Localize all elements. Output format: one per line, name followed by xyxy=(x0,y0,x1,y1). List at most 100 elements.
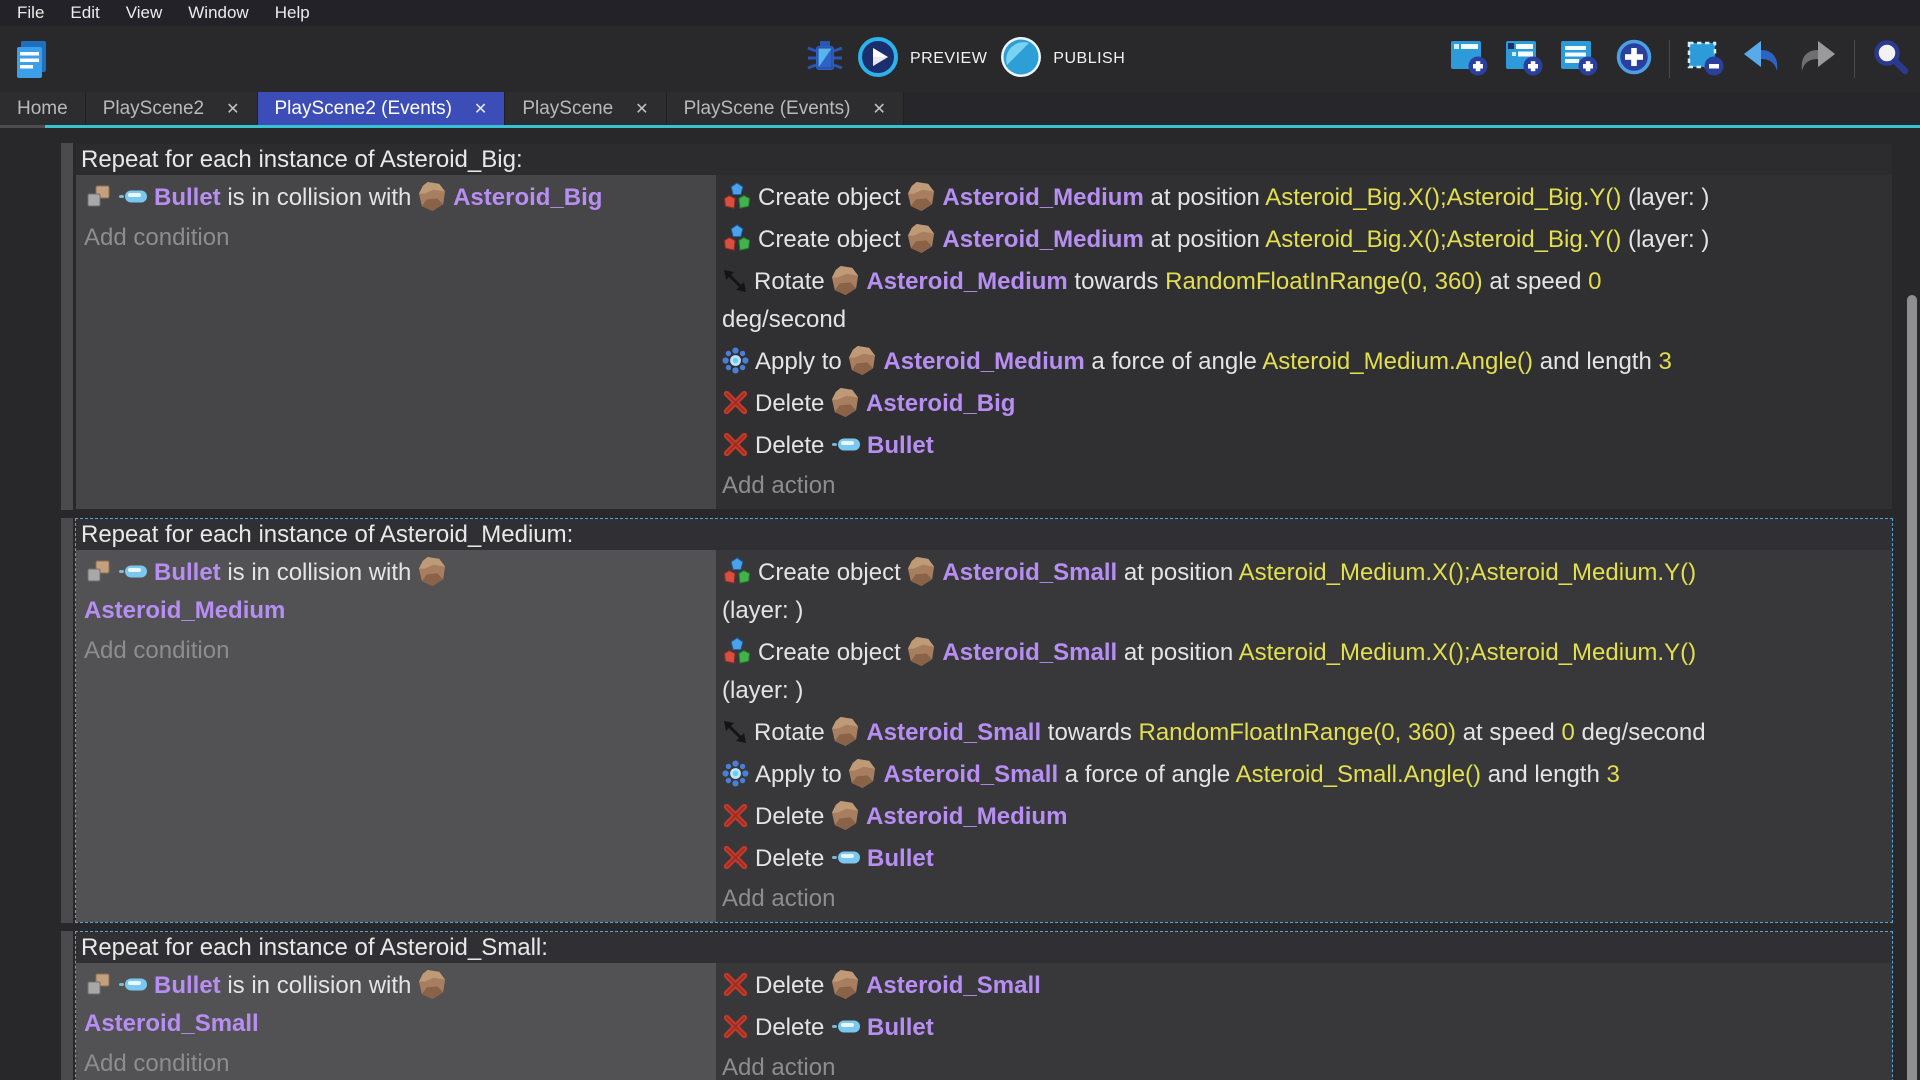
rotate-icon xyxy=(722,719,748,745)
condition-row[interactable]: Bullet is in collision with Asteroid_Med… xyxy=(84,552,708,632)
instruction-text: Rotate xyxy=(754,268,831,295)
add-condition-button[interactable]: Add condition xyxy=(84,1045,708,1080)
delete-icon xyxy=(722,802,749,829)
event-header[interactable]: Repeat for each instance of Asteroid_Sma… xyxy=(76,932,1892,963)
delete-selection-button[interactable] xyxy=(1685,37,1725,82)
close-icon[interactable]: ✕ xyxy=(872,99,885,119)
event-drag-handle[interactable] xyxy=(61,931,73,1080)
events-sheet: Repeat for each instance of Asteroid_Big… xyxy=(0,131,1920,1080)
asteroid-icon xyxy=(848,345,877,376)
expression: 0 xyxy=(1588,268,1601,295)
event-header[interactable]: Repeat for each instance of Asteroid_Big… xyxy=(76,144,1892,175)
collision-icon xyxy=(84,972,112,997)
action-row[interactable]: Create object Asteroid_Small at position… xyxy=(722,552,1884,632)
action-row[interactable]: Delete Asteroid_Medium xyxy=(722,796,1884,838)
instruction-text: is in collision with xyxy=(221,559,418,586)
asteroid-icon xyxy=(831,800,860,831)
asteroid-icon xyxy=(418,969,447,1000)
object-name: Asteroid_Small xyxy=(942,559,1117,586)
object-name: Asteroid_Medium xyxy=(866,268,1067,295)
instruction-text: is in collision with xyxy=(221,972,418,999)
object-name: Asteroid_Medium xyxy=(942,226,1143,253)
action-row[interactable]: Delete Bullet xyxy=(722,838,1884,880)
instruction-text: Create object xyxy=(758,184,907,211)
create-icon xyxy=(722,636,752,667)
event-content: Repeat for each instance of Asteroid_Med… xyxy=(75,518,1893,923)
event-header[interactable]: Repeat for each instance of Asteroid_Med… xyxy=(76,519,1892,550)
action-row[interactable]: Create object Asteroid_Medium at positio… xyxy=(722,219,1884,261)
debug-button[interactable] xyxy=(806,37,844,82)
action-row[interactable]: Delete Bullet xyxy=(722,1007,1884,1049)
instruction-text: a force of angle xyxy=(1058,761,1235,788)
tab-playscene2-events-[interactable]: PlayScene2 (Events)✕ xyxy=(258,92,506,125)
add-event-button[interactable] xyxy=(1449,37,1489,82)
preview-label: PREVIEW xyxy=(910,50,987,68)
add-action-button[interactable]: Add action xyxy=(722,880,1884,918)
object-name: Asteroid_Medium xyxy=(866,803,1067,830)
action-row[interactable]: Create object Asteroid_Small at position… xyxy=(722,632,1884,712)
close-icon[interactable]: ✕ xyxy=(635,99,648,119)
tab-playscene[interactable]: PlayScene✕ xyxy=(505,92,666,125)
add-condition-button[interactable]: Add condition xyxy=(84,632,708,670)
delete-selection-icon xyxy=(1685,64,1725,81)
publish-button[interactable]: PUBLISH xyxy=(1000,36,1125,83)
asteroid-icon xyxy=(907,223,936,254)
undo-button[interactable] xyxy=(1740,39,1782,80)
tab-playscene-events-[interactable]: PlayScene (Events)✕ xyxy=(667,92,904,125)
action-row[interactable]: Delete Bullet xyxy=(722,425,1884,467)
add-condition-button[interactable]: Add condition xyxy=(84,219,708,257)
instruction-text: Create object xyxy=(758,559,907,586)
add-subevent-icon xyxy=(1504,64,1544,81)
action-row[interactable]: Apply to Asteroid_Medium a force of angl… xyxy=(722,341,1884,383)
event-drag-handle[interactable] xyxy=(61,143,73,510)
add-subevent-button[interactable] xyxy=(1504,37,1544,82)
menu-file[interactable]: File xyxy=(4,0,57,26)
action-row[interactable]: Rotate Asteroid_Small towards RandomFloa… xyxy=(722,712,1884,754)
publish-label: PUBLISH xyxy=(1053,50,1125,68)
menu-window[interactable]: Window xyxy=(175,0,261,26)
create-icon xyxy=(722,181,752,212)
add-action-button[interactable]: Add action xyxy=(722,1049,1884,1080)
add-new-button[interactable] xyxy=(1614,37,1654,82)
close-icon[interactable]: ✕ xyxy=(226,99,239,119)
redo-button[interactable] xyxy=(1797,39,1839,80)
menu-edit[interactable]: Edit xyxy=(57,0,112,26)
menu-help[interactable]: Help xyxy=(262,0,323,26)
object-name: Asteroid_Medium xyxy=(942,184,1143,211)
action-row[interactable]: Delete Asteroid_Big xyxy=(722,383,1884,425)
bullet-icon xyxy=(118,563,148,580)
menu-view[interactable]: View xyxy=(113,0,176,26)
add-comment-button[interactable] xyxy=(1559,37,1599,82)
tab-home[interactable]: Home xyxy=(0,92,86,125)
asteroid-icon xyxy=(418,181,447,212)
tab-playscene2[interactable]: PlayScene2✕ xyxy=(86,92,258,125)
delete-icon xyxy=(722,1013,749,1040)
action-row[interactable]: Delete Asteroid_Small xyxy=(722,965,1884,1007)
event-content: Repeat for each instance of Asteroid_Sma… xyxy=(75,931,1893,1080)
action-row[interactable]: Rotate Asteroid_Medium towards RandomFlo… xyxy=(722,261,1884,341)
menu-bar: FileEditViewWindowHelp xyxy=(0,0,1920,26)
expression: Asteroid_Big.X();Asteroid_Big.Y() xyxy=(1265,226,1621,253)
instruction-text: a force of angle xyxy=(1085,348,1262,375)
condition-row[interactable]: Bullet is in collision with Asteroid_Sma… xyxy=(84,965,708,1045)
preview-button[interactable]: PREVIEW xyxy=(857,36,987,83)
instruction-text: Rotate xyxy=(754,719,831,746)
event-drag-handle[interactable] xyxy=(61,518,73,923)
instruction-text: Apply to xyxy=(755,348,848,375)
delete-icon xyxy=(722,844,749,871)
condition-row[interactable]: Bullet is in collision with Asteroid_Big xyxy=(84,177,708,219)
object-name: Asteroid_Small xyxy=(866,972,1041,999)
action-row[interactable]: Create object Asteroid_Medium at positio… xyxy=(722,177,1884,219)
app-home-button[interactable] xyxy=(13,39,51,81)
close-icon[interactable]: ✕ xyxy=(474,99,487,119)
toolbar-separator xyxy=(1854,40,1855,78)
play-icon xyxy=(857,36,899,83)
action-row[interactable]: Apply to Asteroid_Small a force of angle… xyxy=(722,754,1884,796)
expression: 0 xyxy=(1561,719,1574,746)
object-name: Asteroid_Small xyxy=(866,719,1041,746)
vertical-scrollbar[interactable] xyxy=(1907,295,1917,1080)
search-button[interactable] xyxy=(1870,37,1910,82)
event-block: Repeat for each instance of Asteroid_Sma… xyxy=(61,931,1893,1080)
add-action-button[interactable]: Add action xyxy=(722,467,1884,505)
add-new-icon xyxy=(1614,64,1654,81)
